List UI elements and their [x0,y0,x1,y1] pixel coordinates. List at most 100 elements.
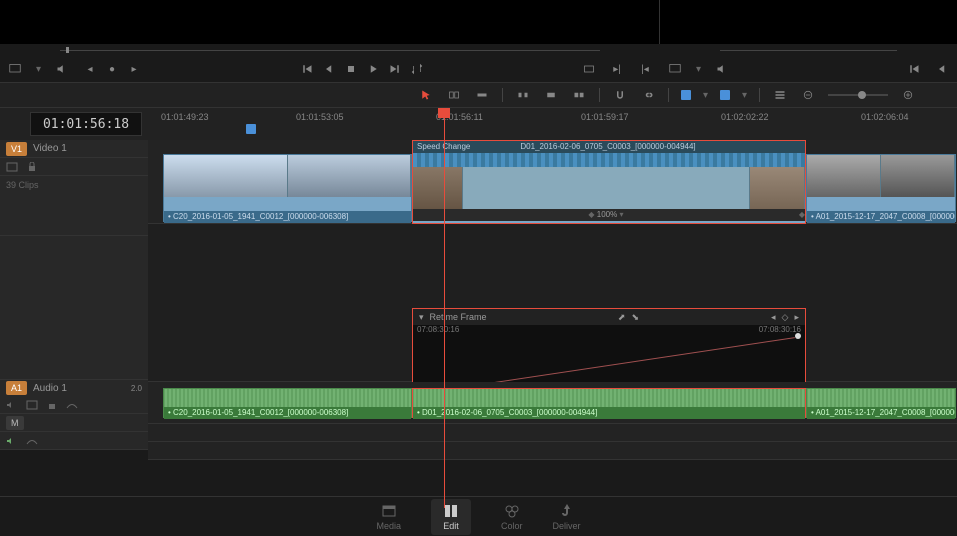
v1-clips-count: 39 Clips [0,176,148,236]
zoom-out-icon[interactable] [800,88,816,102]
fx-lane[interactable] [148,442,957,460]
source-viewer [0,0,660,44]
blade-tool-icon[interactable] [474,88,490,102]
master-timecode[interactable]: 01:01:56:18 [30,112,142,136]
timeline-flag-marker[interactable] [246,124,256,134]
retime-tool-1-icon[interactable]: ⬈ [618,312,626,323]
a1-lane[interactable]: • C20_2016-01-05_1941_C0012_[000000-0063… [148,382,957,424]
retime-dropdown-icon[interactable]: ▾ [419,312,424,323]
solo-icon[interactable] [26,400,38,410]
speed-direction-bar [413,153,805,167]
ruler-tick-label: 01:02:06:04 [861,112,909,122]
selection-tool-icon[interactable] [418,88,434,102]
zoom-in-icon[interactable] [900,88,916,102]
mute-icon[interactable] [6,400,18,410]
video-clip-d01[interactable]: Speed Change D01_2016-02-06_0705_C0003_[… [412,140,806,224]
retime-keyframe[interactable] [795,333,801,339]
clip-label: • A01_2015-12-17_2047_C0008_[000000-0055 [807,211,955,223]
retime-tool-2-icon[interactable]: ⬊ [631,312,639,323]
replace-icon[interactable] [571,88,587,102]
audio-clip-a01[interactable]: • A01_2015-12-17_2047_C0008_[000000-0055 [806,388,956,418]
v1-lane[interactable]: • C20_2016-01-05_1941_C0012_[000000-0063… [148,140,957,224]
retime-next-kf-icon[interactable]: ▸ [794,312,799,323]
ruler-tick-label: 01:01:53:05 [296,112,344,122]
a1-name: Audio 1 [33,383,67,394]
retime-kf-icon[interactable]: ◇ [782,312,789,323]
audio-clip-d01[interactable]: • D01_2016-02-06_0705_C0003_[000000-0049… [412,388,806,418]
timeline-options-icon[interactable] [772,88,788,102]
m-lane[interactable] [148,424,957,442]
loop-icon[interactable] [410,62,424,76]
overwrite-icon[interactable] [543,88,559,102]
last-frame-icon[interactable] [388,62,402,76]
track-lanes: • C20_2016-01-05_1941_C0012_[000000-0063… [148,140,957,450]
match-frame-icon[interactable] [582,62,596,76]
timeline-view-icon[interactable] [668,62,682,76]
curve-icon[interactable] [66,400,78,410]
edit-toolbar: ▾ ▾ [0,82,957,108]
timeline-first-icon[interactable] [907,62,921,76]
v1-controls [0,158,148,176]
a1-header[interactable]: A1 Audio 1 2.0 [0,380,148,396]
auto-select-icon[interactable] [6,162,18,172]
video-clip-c20[interactable]: • C20_2016-01-05_1941_C0012_[000000-0063… [163,154,412,222]
ruler-tick-label: 01:02:02:22 [721,112,769,122]
timeline-transport: ▾ [660,56,957,82]
nav-media[interactable]: Media [376,503,401,531]
first-frame-icon[interactable] [300,62,314,76]
lock-icon[interactable] [46,400,58,410]
video-clip-a01[interactable]: • A01_2015-12-17_2047_C0008_[000000-0055 [806,154,956,222]
mark-in-icon[interactable]: ◂ [83,62,97,76]
lock-icon[interactable] [26,162,38,172]
retime-time-tr: 07:08:30:16 [759,325,801,334]
m-badge[interactable]: M [6,416,24,430]
timeline-viewer [660,0,957,44]
track-headers: V1 Video 1 39 Clips A1 Audio 1 2.0 M [0,140,148,450]
source-scrub-handle[interactable] [66,47,69,53]
next-edit-icon[interactable]: |◂ [638,62,652,76]
master-mute-icon[interactable] [6,436,18,446]
stop-icon[interactable] [344,62,358,76]
source-viewer-canvas[interactable] [80,0,650,44]
nav-color[interactable]: Color [501,503,523,531]
flag-color-icon[interactable] [681,90,691,100]
a1-controls [0,396,148,414]
master-controls [0,432,148,450]
v1-badge[interactable]: V1 [6,142,27,156]
volume-icon[interactable] [55,62,69,76]
zoom-slider[interactable] [828,94,888,96]
retime-lane: ▾ Retime Frame ⬈ ⬊ ◂ ◇ ▸ 07:08:30:16 07:… [148,224,957,382]
v1-header[interactable]: V1 Video 1 [0,140,148,158]
ruler-tick-label: 01:01:49:23 [161,112,209,122]
timeline-volume-icon[interactable] [715,62,729,76]
trim-tool-icon[interactable] [446,88,462,102]
zoom-handle[interactable] [858,91,866,99]
prev-frame-icon[interactable] [322,62,336,76]
retime-prev-kf-icon[interactable]: ◂ [771,312,776,323]
mark-out-icon[interactable]: ▸ [127,62,141,76]
timeline-scrub-bar[interactable] [720,48,897,52]
nav-deliver[interactable]: Deliver [553,503,581,531]
view-mode-icon[interactable] [8,62,22,76]
audio-clip-label: • A01_2015-12-17_2047_C0008_[000000-0055 [807,407,955,419]
master-curve-icon[interactable] [26,436,38,446]
marker-color-icon[interactable] [720,90,730,100]
a1-badge[interactable]: A1 [6,381,27,395]
speed-percentage[interactable]: 100% [597,210,617,219]
viewer-area [0,0,957,44]
snap-icon[interactable] [612,88,628,102]
link-icon[interactable] [640,88,656,102]
source-scrub-bar[interactable] [60,48,600,52]
prev-edit-icon[interactable]: ▸| [610,62,624,76]
play-icon[interactable] [366,62,380,76]
m-header[interactable]: M [0,414,148,432]
audio-clip-c20[interactable]: • C20_2016-01-05_1941_C0012_[000000-0063… [163,388,412,418]
mark-clip-icon[interactable]: ● [105,62,119,76]
timeline-prev-icon[interactable] [935,62,949,76]
playhead-line[interactable] [444,108,445,508]
timeline-ruler[interactable]: 01:01:49:23 01:01:53:05 01:01:56:11 01:0… [146,108,957,140]
retime-time-tl: 07:08:30:16 [417,325,459,334]
timecode-row: 01:01:56:18 01:01:49:23 01:01:53:05 01:0… [0,108,957,140]
insert-icon[interactable] [515,88,531,102]
nav-edit[interactable]: Edit [431,499,471,535]
